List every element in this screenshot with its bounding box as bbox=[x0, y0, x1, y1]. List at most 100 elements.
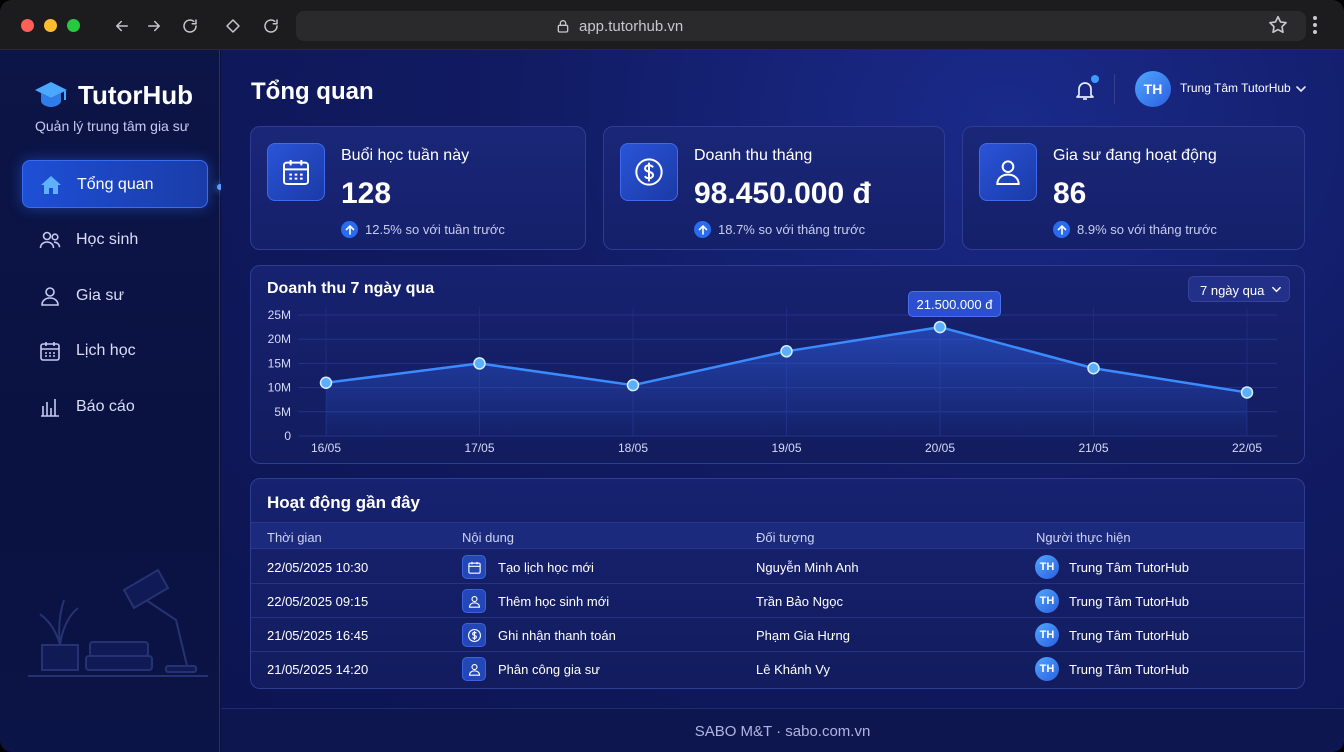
column-header-time: Thời gian bbox=[267, 530, 322, 545]
browser-toolbar: app.tutorhub.vn bbox=[0, 0, 1344, 50]
x-tick-label: 21/05 bbox=[1078, 441, 1108, 455]
row-time: 22/05/2025 10:30 bbox=[267, 560, 369, 575]
sidebar-item-tutors[interactable]: Gia sư bbox=[22, 272, 208, 320]
column-header-actor: Người thực hiện bbox=[1036, 530, 1131, 545]
stat-trend-text: 18.7% so với tháng trước bbox=[718, 222, 866, 237]
stat-trend: 18.7% so với tháng trước bbox=[694, 221, 865, 238]
arrow-up-icon bbox=[694, 221, 711, 238]
minimize-window-button[interactable] bbox=[44, 19, 57, 32]
row-target: Phạm Gia Hưng bbox=[756, 628, 850, 643]
close-window-button[interactable] bbox=[21, 19, 34, 32]
back-button[interactable] bbox=[109, 13, 135, 39]
arrow-up-icon bbox=[341, 221, 358, 238]
app-window: app.tutorhub.vn TutorHub Quản lý trung t… bbox=[0, 0, 1344, 752]
sidebar-item-overview[interactable]: Tổng quan bbox=[22, 160, 208, 208]
row-time: 22/05/2025 09:15 bbox=[267, 594, 369, 609]
row-time: 21/05/2025 16:45 bbox=[267, 628, 369, 643]
table-row[interactable]: 21/05/2025 14:20 Phân công gia sư Lê Khá… bbox=[251, 652, 1304, 686]
user-avatar[interactable]: TH bbox=[1135, 71, 1171, 107]
maximize-window-button[interactable] bbox=[67, 19, 80, 32]
data-point-18-05[interactable] bbox=[626, 378, 640, 392]
stat-title: Gia sư đang hoạt động bbox=[1053, 147, 1217, 164]
notification-badge bbox=[1091, 75, 1099, 83]
activity-table-header: Thời gian Nội dung Đối tượng Người thực … bbox=[251, 522, 1304, 549]
address-bar[interactable]: app.tutorhub.vn bbox=[296, 11, 1306, 41]
row-content: Ghi nhận thanh toán bbox=[498, 628, 616, 643]
recent-activity-card: Hoạt động gần đây Thời gian Nội dung Đối… bbox=[250, 478, 1305, 689]
x-tick-label: 17/05 bbox=[464, 441, 494, 455]
y-tick-label: 5M bbox=[274, 405, 291, 419]
stat-trend-text: 12.5% so với tuần trước bbox=[365, 222, 505, 237]
arrow-up-icon bbox=[1053, 221, 1070, 238]
data-point-17-05[interactable] bbox=[473, 357, 486, 370]
column-header-target: Đối tượng bbox=[756, 530, 815, 545]
extensions-button[interactable] bbox=[220, 13, 246, 39]
sidebar: TutorHub Quản lý trung tâm gia sư Tổng q… bbox=[0, 50, 220, 752]
column-header-content: Nội dung bbox=[462, 530, 515, 545]
chevron-down-icon[interactable] bbox=[1295, 83, 1307, 95]
sidebar-item-label: Học sinh bbox=[76, 231, 139, 248]
revenue-chart-card: 0 5M 10M 15M 20M 25M 16/05 17/05 18/05 19/05 20/0… bbox=[250, 265, 1305, 464]
y-tick-label: 20M bbox=[268, 332, 291, 346]
stat-card-revenue: Doanh thu tháng 98.450.000 đ 18.7% so vớ… bbox=[603, 126, 945, 250]
row-content: Tạo lịch học mới bbox=[498, 560, 594, 575]
forward-button[interactable] bbox=[141, 13, 167, 39]
data-point-20-05[interactable] bbox=[933, 320, 947, 334]
bookmark-star-icon[interactable] bbox=[1267, 14, 1289, 36]
table-row[interactable]: 22/05/2025 09:15 Thêm học sinh mới Trần … bbox=[251, 584, 1304, 618]
reload-page-button[interactable] bbox=[258, 13, 284, 39]
reload-button[interactable] bbox=[177, 13, 203, 39]
row-target: Trần Bảo Ngọc bbox=[756, 594, 843, 609]
stat-icon-box bbox=[620, 143, 678, 201]
stat-icon-box bbox=[979, 143, 1037, 201]
x-tick-label: 19/05 bbox=[771, 441, 801, 455]
sidebar-item-reports[interactable]: Báo cáo bbox=[22, 383, 208, 431]
actor-avatar: TH bbox=[1035, 623, 1059, 647]
stat-card-sessions: Buổi học tuần này 128 12.5% so với tuần … bbox=[250, 126, 586, 250]
activity-title: Hoạt động gần đây bbox=[267, 493, 420, 512]
calendar-icon bbox=[462, 555, 486, 579]
stat-trend: 8.9% so với tháng trước bbox=[1053, 221, 1217, 238]
desk-illustration bbox=[28, 568, 208, 677]
actor-avatar: TH bbox=[1035, 555, 1059, 579]
stat-card-tutors: Gia sư đang hoạt động 86 8.9% so với thá… bbox=[962, 126, 1305, 250]
more-vertical-icon[interactable] bbox=[1305, 14, 1325, 36]
y-tick-label: 10M bbox=[268, 381, 291, 395]
y-tick-label: 15M bbox=[268, 356, 291, 370]
range-select[interactable]: 7 ngày qua bbox=[1188, 276, 1290, 302]
data-point-21-05[interactable] bbox=[1087, 361, 1100, 375]
stat-value: 128 bbox=[341, 177, 392, 210]
sidebar-item-label: Lịch học bbox=[76, 342, 136, 359]
stat-trend-text: 8.9% so với tháng trước bbox=[1077, 222, 1217, 237]
stat-title: Buổi học tuần này bbox=[341, 147, 470, 164]
users-icon bbox=[39, 231, 61, 249]
sidebar-item-label: Tổng quan bbox=[77, 176, 154, 193]
sidebar-item-schedule[interactable]: Lịch học bbox=[22, 327, 208, 375]
user-icon bbox=[462, 657, 486, 681]
row-content: Phân công gia sư bbox=[498, 662, 600, 677]
stat-value: 98.450.000 đ bbox=[694, 177, 871, 210]
lock-icon bbox=[557, 20, 569, 33]
table-row[interactable]: 21/05/2025 16:45 Ghi nhận thanh toán Phạ… bbox=[251, 618, 1304, 652]
x-tick-label: 18/05 bbox=[618, 441, 648, 455]
table-row[interactable]: 22/05/2025 10:30 Tạo lịch học mới Nguyễn… bbox=[251, 550, 1304, 584]
user-name[interactable]: Trung Tâm TutorHub bbox=[1180, 81, 1291, 95]
header-divider bbox=[1114, 74, 1115, 104]
user-icon bbox=[41, 287, 59, 306]
dollar-icon bbox=[462, 623, 486, 647]
chart-title: Doanh thu 7 ngày qua bbox=[267, 280, 435, 297]
sidebar-item-students[interactable]: Học sinh bbox=[22, 216, 208, 264]
refresh-icon bbox=[264, 19, 278, 33]
data-point-16-05[interactable] bbox=[319, 376, 333, 390]
stat-value: 86 bbox=[1053, 177, 1087, 210]
sidebar-item-label: Gia sư bbox=[76, 287, 125, 304]
bar-chart-icon bbox=[41, 399, 59, 417]
row-actor: Trung Tâm TutorHub bbox=[1069, 662, 1189, 677]
brand-tagline: Quản lý trung tâm gia sư bbox=[35, 118, 190, 134]
data-point-19-05[interactable] bbox=[780, 345, 793, 358]
main-content: Tổng quan TH Trung Tâm TutorHub Buổi học… bbox=[221, 50, 1344, 752]
home-icon bbox=[41, 176, 61, 194]
data-point-22-05[interactable] bbox=[1240, 386, 1254, 399]
footer: SABO M&T · sabo.com.vn bbox=[221, 708, 1344, 752]
row-actor: Trung Tâm TutorHub bbox=[1069, 594, 1189, 609]
